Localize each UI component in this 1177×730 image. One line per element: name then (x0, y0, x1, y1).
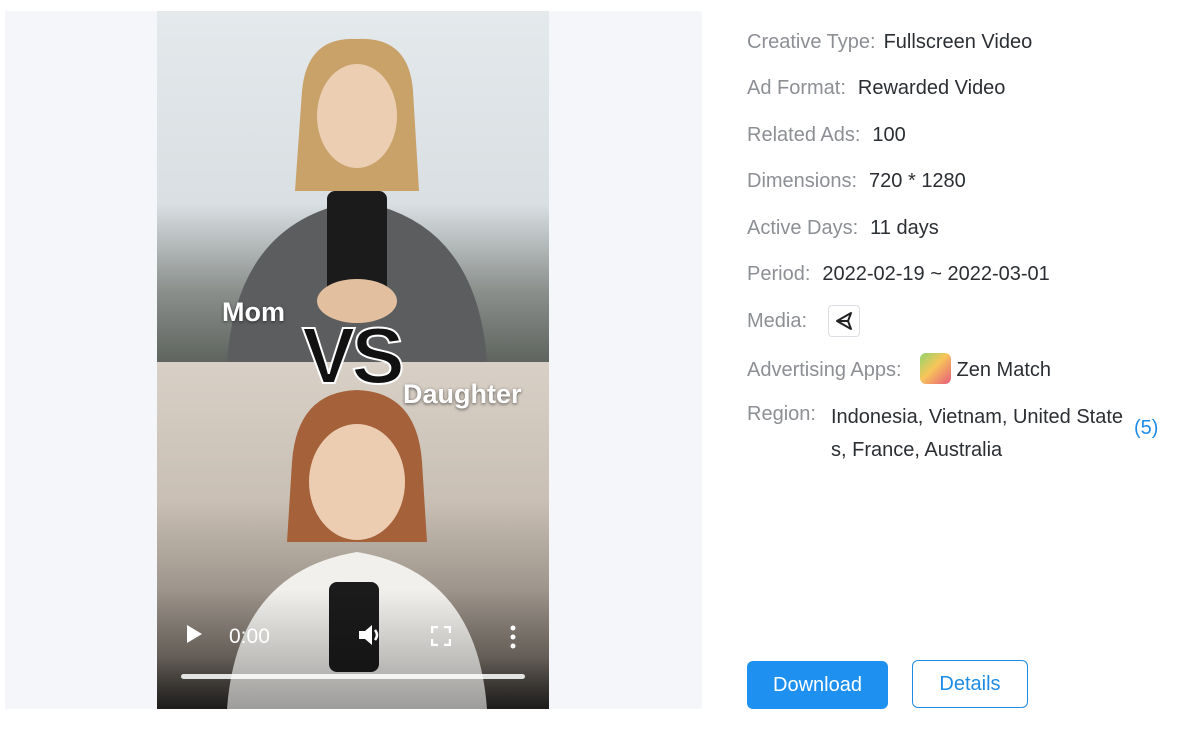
active-days-value: 11 days (870, 217, 939, 239)
more-options-icon[interactable] (509, 625, 517, 649)
period-label: Period: (747, 263, 811, 285)
region-count-link[interactable]: (5) (1134, 417, 1158, 440)
dimensions-label: Dimensions: (747, 170, 858, 192)
video-time: 0:00 (229, 625, 270, 648)
region-label: Region: (747, 403, 816, 425)
advertising-apps-row: Advertising Apps: Zen Match (747, 353, 1051, 386)
related-ads-value: 100 (872, 124, 906, 146)
ad-format-value: Rewarded Video (857, 77, 1006, 99)
volume-icon[interactable] (357, 623, 383, 647)
overlay-mom-text: Mom (222, 297, 285, 327)
video-progress-bar[interactable] (181, 674, 525, 679)
dimensions-row: Dimensions: 720 * 1280 (747, 169, 966, 193)
media-row: Media: (747, 309, 807, 333)
video-controls (157, 589, 549, 709)
region-value: Indonesia, Vietnam, United States, Franc… (831, 406, 1124, 461)
fullscreen-icon[interactable] (431, 626, 451, 646)
active-days-row: Active Days: 11 days (747, 216, 939, 240)
advertising-apps-label: Advertising Apps: (747, 358, 902, 381)
dimensions-value: 720 * 1280 (869, 170, 966, 192)
creative-type-label: Creative Type: (747, 31, 876, 53)
video-frame-top (157, 11, 549, 362)
zen-match-app-icon[interactable] (919, 353, 951, 384)
period-value: 2022-02-19 ~ 2022-03-01 (822, 263, 1050, 285)
media-label: Media: (747, 310, 808, 332)
period-row: Period: 2022-02-19 ~ 2022-03-01 (747, 262, 1050, 286)
play-icon[interactable] (187, 625, 202, 643)
media-preview-panel: Mom VS Daughter 0:00 (5, 11, 702, 709)
details-button[interactable]: Details (912, 660, 1028, 708)
related-ads-label: Related Ads: (747, 124, 861, 146)
creative-type-row: Creative Type: Fullscreen Video (747, 30, 1032, 54)
creative-type-value: Fullscreen Video (883, 31, 1033, 53)
region-row: Region: (747, 402, 816, 426)
advertising-app-name[interactable]: Zen Match (957, 359, 1051, 381)
overlay-daughter-text: Daughter (403, 379, 522, 409)
ad-format-label: Ad Format: (747, 77, 846, 99)
unity-icon[interactable] (828, 305, 860, 337)
ad-format-row: Ad Format: Rewarded Video (747, 76, 1005, 100)
video-player[interactable]: Mom VS Daughter 0:00 (157, 11, 549, 709)
overlay-vs-text: VS (301, 311, 406, 400)
active-days-label: Active Days: (747, 217, 859, 239)
related-ads-row: Related Ads: 100 (747, 123, 906, 147)
download-button[interactable]: Download (747, 661, 888, 709)
